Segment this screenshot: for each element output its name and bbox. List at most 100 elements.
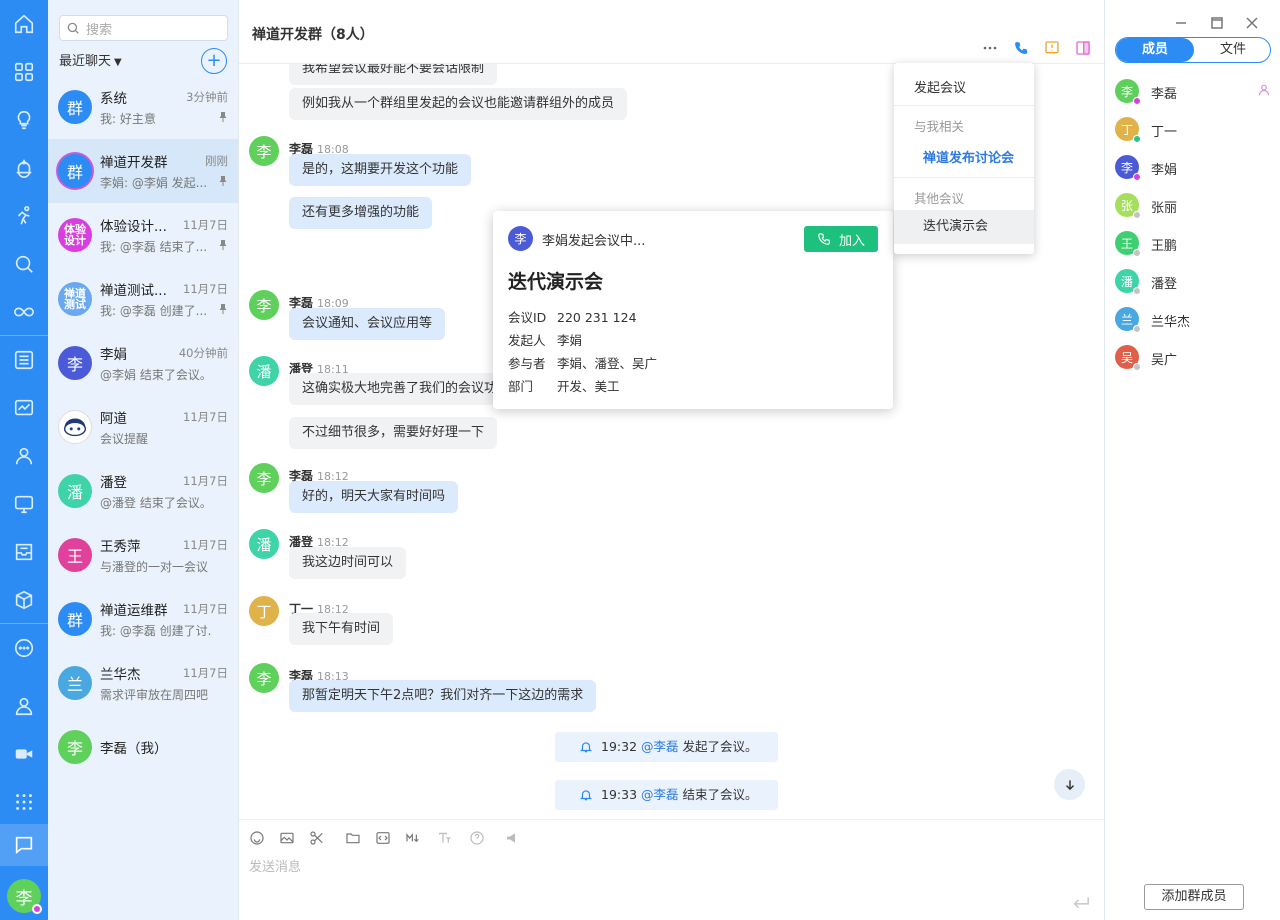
chat-name: 李磊（我） <box>100 741 168 757</box>
phone-icon[interactable] <box>1013 40 1029 56</box>
meeting-detail-row: 会议ID 220 231 124 <box>508 307 637 326</box>
pin-icon <box>219 304 227 314</box>
scroll-down-button[interactable] <box>1054 769 1085 800</box>
chat-list-item[interactable]: 群禅道开发群 刚刚 李娟: @李娟 发起... <box>48 139 238 203</box>
send-enter-icon[interactable] <box>1071 895 1091 911</box>
detail-value: 李娟 <box>557 333 583 348</box>
markdown-icon[interactable] <box>405 830 421 846</box>
member-item[interactable]: 潘 潘登 <box>1115 266 1275 296</box>
chat-list-item[interactable]: 群系统 3分钟前 我: 好主意 <box>48 75 238 139</box>
oa-icon[interactable] <box>0 484 48 524</box>
related-meetings-header: 与我相关 <box>914 119 965 134</box>
detail-value: 开发、美工 <box>557 379 620 394</box>
pin-icon <box>219 240 227 250</box>
my-avatar[interactable]: 李 <box>7 879 42 914</box>
contacts-icon[interactable] <box>0 686 48 726</box>
close-icon[interactable] <box>1246 17 1258 29</box>
infinity-icon[interactable] <box>0 292 48 332</box>
more-icon[interactable] <box>0 628 48 668</box>
chat-list-item[interactable]: 群禅道运维群 11月7日 我: @李磊 创建了讨... <box>48 587 238 651</box>
search-input[interactable]: 搜索 <box>59 15 228 41</box>
bug-icon[interactable] <box>0 148 48 188</box>
chart-icon[interactable] <box>0 388 48 428</box>
chat-name: 阿道 <box>100 411 127 427</box>
team-icon[interactable] <box>0 436 48 476</box>
meeting-detail-row: 参与者 李娟、潘登、吴广 <box>508 353 657 372</box>
chat-preview: 需求评审放在周四吧 <box>100 688 209 702</box>
code-icon[interactable] <box>375 830 391 846</box>
chat-list-item[interactable]: 体验设计 体验设计... 11月7日 我: @李磊 结束了... <box>48 203 238 267</box>
meeting-alert-icon[interactable] <box>1044 40 1060 56</box>
video-icon[interactable] <box>0 734 48 774</box>
idea-icon[interactable] <box>0 100 48 140</box>
emoji-icon[interactable] <box>249 830 265 846</box>
chat-list-item[interactable]: 李李娟 40分钟前 @李娟 结束了会议。 <box>48 331 238 395</box>
join-meeting-button[interactable]: 加入 <box>804 226 878 252</box>
system-notice: 19:32 @李磊 发起了会议。 <box>555 732 778 762</box>
chat-preview: 我: @李磊 结束了... <box>100 240 208 254</box>
detail-value: 李娟、潘登、吴广 <box>557 356 658 371</box>
megaphone-icon[interactable] <box>505 830 521 846</box>
meeting-menu: 发起会议 与我相关 禅道发布讨论会 其他会议 迭代演示会 <box>894 63 1034 254</box>
member-avatar: 吴 <box>1115 345 1141 371</box>
search-nav-icon[interactable] <box>0 244 48 284</box>
minimize-icon[interactable] <box>1175 17 1187 29</box>
member-item[interactable]: 王 王鹏 <box>1115 228 1275 258</box>
notice-mention[interactable]: @李磊 <box>641 739 679 754</box>
member-item[interactable]: 丁 丁一 <box>1115 114 1275 144</box>
start-meeting-item[interactable]: 发起会议 <box>894 77 1034 96</box>
member-item[interactable]: 李 李娟 <box>1115 152 1275 182</box>
member-item[interactable]: 兰 兰华杰 <box>1115 304 1275 334</box>
runner-icon[interactable] <box>0 196 48 236</box>
chat-time: 11月7日 <box>183 474 228 488</box>
folder-icon[interactable] <box>345 830 361 846</box>
member-item[interactable]: 李 李磊 <box>1115 76 1275 106</box>
recent-chats-label: 最近聊天 <box>59 54 112 69</box>
member-item[interactable]: 吴 吴广 <box>1115 342 1275 372</box>
chat-time: 11月7日 <box>183 538 228 552</box>
image-icon[interactable] <box>279 830 295 846</box>
chat-name: 禅道运维群 <box>100 603 168 619</box>
nav-divider <box>0 335 48 336</box>
notice-mention[interactable]: @李磊 <box>641 787 679 802</box>
chat-time: 40分钟前 <box>178 346 228 360</box>
member-item[interactable]: 张 张丽 <box>1115 190 1275 220</box>
chat-list-item[interactable]: 李李磊（我） <box>48 715 238 779</box>
cube-icon[interactable] <box>0 580 48 620</box>
add-member-button[interactable]: 添加群成员 <box>1144 884 1244 910</box>
message-bubble: 那暂定明天下午2点吧？我们对齐一下这边的需求 <box>289 680 597 712</box>
chat-avatar: 禅道测试 <box>58 282 92 316</box>
chat-list-item[interactable]: 潘潘登 11月7日 @潘登 结束了会议。 <box>48 459 238 523</box>
add-chat-button[interactable]: + <box>201 48 227 74</box>
status-dot <box>1133 211 1141 219</box>
other-meeting-item[interactable]: 迭代演示会 <box>894 210 1034 244</box>
member-name: 兰华杰 <box>1151 315 1191 330</box>
chat-list-item[interactable]: 兰兰华杰 11月7日 需求评审放在周四吧 <box>48 651 238 715</box>
chat-nav-icon[interactable] <box>0 824 48 866</box>
message-avatar: 丁 <box>249 596 279 626</box>
recent-chats-dropdown[interactable]: 最近聊天 ▼ <box>59 50 122 69</box>
message-input[interactable]: 发送消息 <box>249 856 301 875</box>
member-name: 王鹏 <box>1151 239 1178 254</box>
chat-list-item[interactable]: 阿道 11月7日 会议提醒 <box>48 395 238 459</box>
chat-list-item[interactable]: 禅道测试 禅道测试... 11月7日 我: @李磊 创建了... <box>48 267 238 331</box>
inbox-icon[interactable] <box>0 532 48 572</box>
tab-members[interactable]: 成员 <box>1116 38 1194 62</box>
bell-icon <box>579 742 593 753</box>
text-format-icon[interactable] <box>437 830 453 846</box>
more-options-icon[interactable] <box>982 40 998 56</box>
maximize-icon[interactable] <box>1211 17 1223 29</box>
member-avatar-text: 李 <box>1120 160 1133 175</box>
home-icon[interactable] <box>0 4 48 44</box>
scissors-icon[interactable] <box>309 830 325 846</box>
app-grid-icon[interactable] <box>0 782 48 822</box>
member-name: 张丽 <box>1151 201 1178 216</box>
related-meeting-item[interactable]: 禅道发布讨论会 <box>894 147 1034 166</box>
list-icon[interactable] <box>0 340 48 380</box>
chat-list-item[interactable]: 王王秀萍 11月7日 与潘登的一对一会议 <box>48 523 238 587</box>
member-avatar-text: 兰 <box>1120 312 1133 327</box>
tab-files[interactable]: 文件 <box>1194 38 1270 62</box>
help-icon[interactable] <box>469 830 485 846</box>
apps-grid-icon[interactable] <box>0 52 48 92</box>
sidebar-toggle-icon[interactable] <box>1075 40 1091 56</box>
